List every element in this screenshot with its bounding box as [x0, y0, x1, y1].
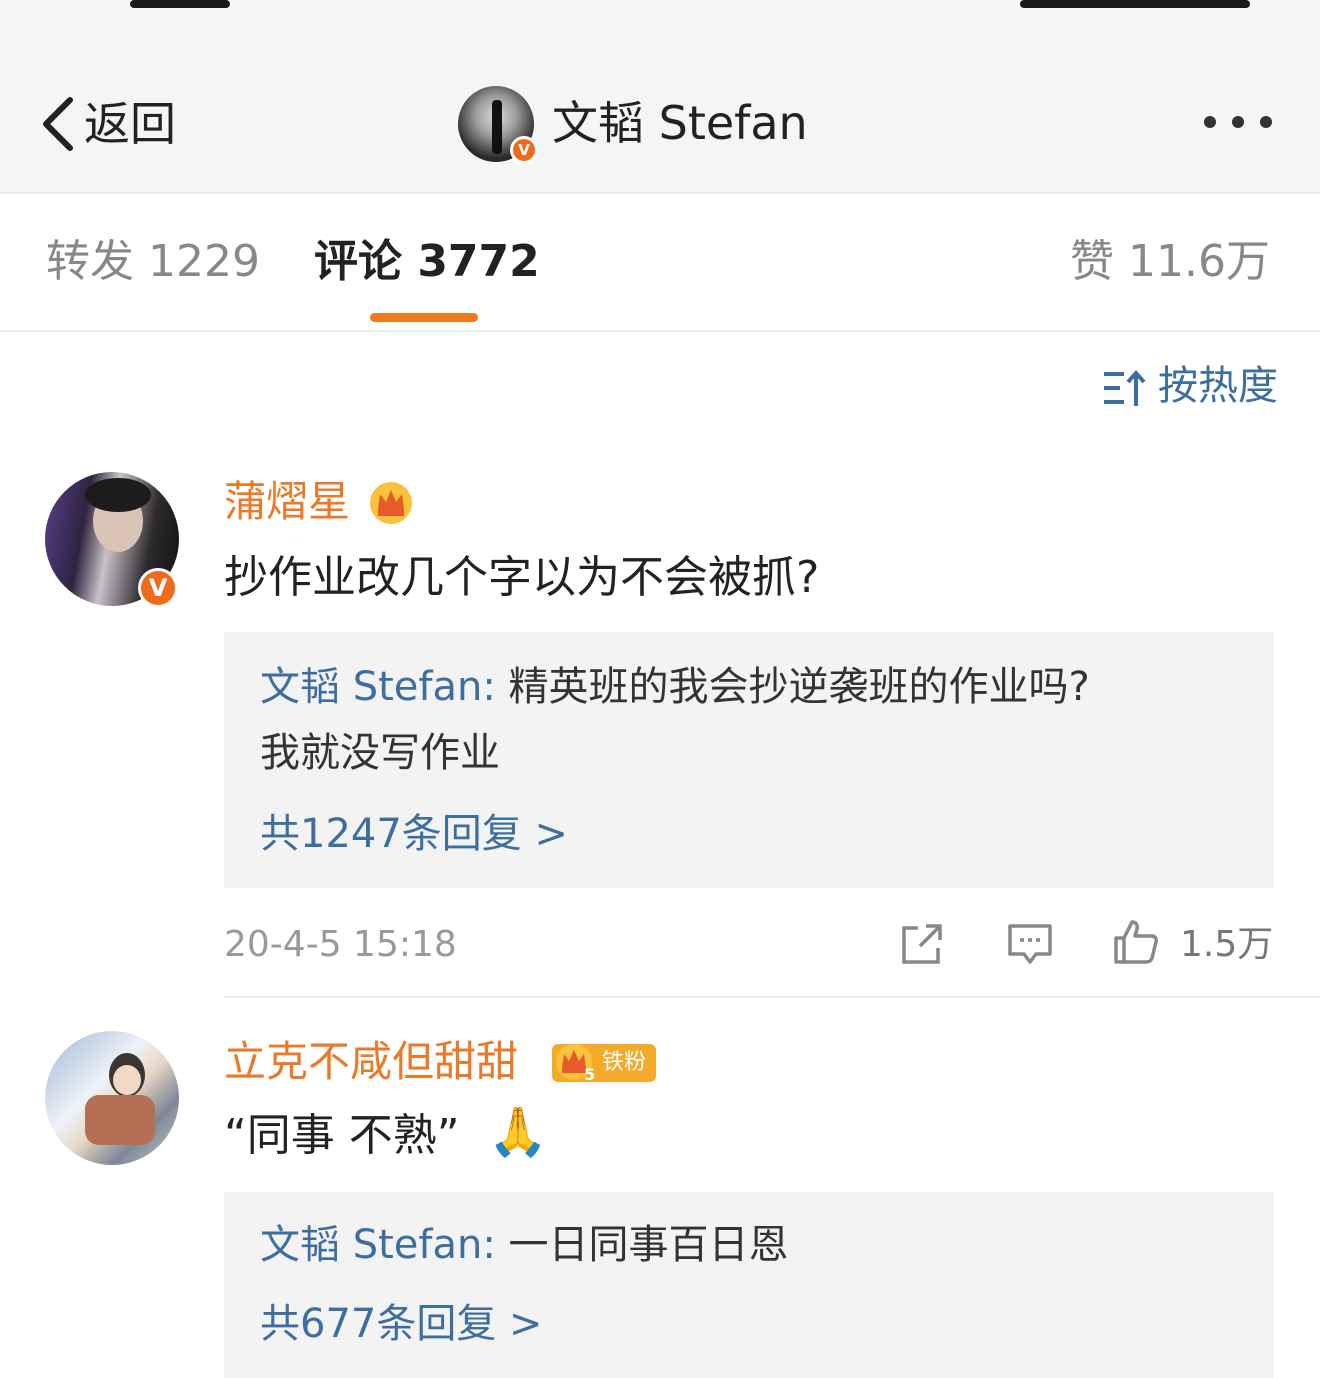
praying-hands-emoji-icon: 🙏 [488, 1104, 548, 1160]
status-time-fragment [130, 0, 230, 8]
crown-icon [370, 482, 412, 524]
comment-divider [224, 996, 1320, 998]
tab-repost[interactable]: 转发 1229 [46, 232, 260, 292]
reply-text: 一日同事百日恩 [495, 1222, 789, 1268]
comment-text: “同事 不熟” [224, 1110, 460, 1161]
avatar-figure [492, 100, 502, 154]
tab-comment[interactable]: 评论 3772 [314, 232, 540, 292]
page-title[interactable]: 文韬 Stefan [552, 92, 808, 154]
reply-author[interactable]: 文韬 Stefan: [260, 1222, 496, 1268]
thumbs-up-icon[interactable] [1112, 918, 1160, 966]
back-chevron-icon[interactable] [38, 96, 88, 152]
status-icons-fragment [1020, 0, 1250, 8]
comment-timestamp: 20-4-5 15:18 [224, 924, 457, 965]
comment-username[interactable]: 蒲熠星 [224, 474, 350, 530]
reply-first-line: 文韬 Stefan: 精英班的我会抄逆袭班的作业吗? [260, 656, 1090, 718]
tab-like[interactable]: 赞 11.6万 [1070, 232, 1270, 292]
reply-preview[interactable]: 文韬 Stefan: 一日同事百日恩 共677条回复 > [224, 1192, 1274, 1378]
reply-first-line: 文韬 Stefan: 一日同事百日恩 [260, 1214, 789, 1276]
fan-level: 5 [584, 1065, 595, 1084]
like-count: 1.5万 [1180, 924, 1274, 965]
fan-badge: 5 铁粉 [552, 1044, 657, 1084]
more-options-icon[interactable] [1200, 112, 1280, 132]
view-replies-link[interactable]: 共1247条回复 > [260, 806, 568, 862]
reply-preview[interactable]: 文韬 Stefan: 精英班的我会抄逆袭班的作业吗? 我就没写作业 共1247条… [224, 632, 1274, 888]
commenter-avatar[interactable] [45, 1031, 179, 1165]
reply-text: 精英班的我会抄逆袭班的作业吗? [495, 664, 1090, 710]
sort-icon [1104, 369, 1146, 406]
reply-author[interactable]: 文韬 Stefan: [260, 664, 496, 710]
active-tab-indicator [370, 313, 478, 322]
view-replies-link[interactable]: 共677条回复 > [260, 1296, 543, 1352]
fan-badge-label: 铁粉 [602, 1050, 647, 1075]
back-button[interactable]: 返回 [84, 94, 176, 154]
reply-second-line: 我就没写作业 [260, 730, 500, 776]
verified-badge-icon: V [138, 568, 178, 608]
verified-badge-icon: V [510, 136, 538, 164]
comment-icon[interactable] [1006, 920, 1054, 968]
sort-label: 按热度 [1158, 363, 1278, 409]
status-bar [0, 0, 1320, 50]
crown-icon: 5 [556, 1044, 595, 1084]
comment-text: 抄作业改几个字以为不会被抓? [224, 552, 820, 603]
share-icon[interactable] [898, 920, 946, 968]
sort-by-hot-button[interactable]: 按热度 [1102, 360, 1278, 412]
comment-username[interactable]: 立克不咸但甜甜 [224, 1034, 518, 1090]
